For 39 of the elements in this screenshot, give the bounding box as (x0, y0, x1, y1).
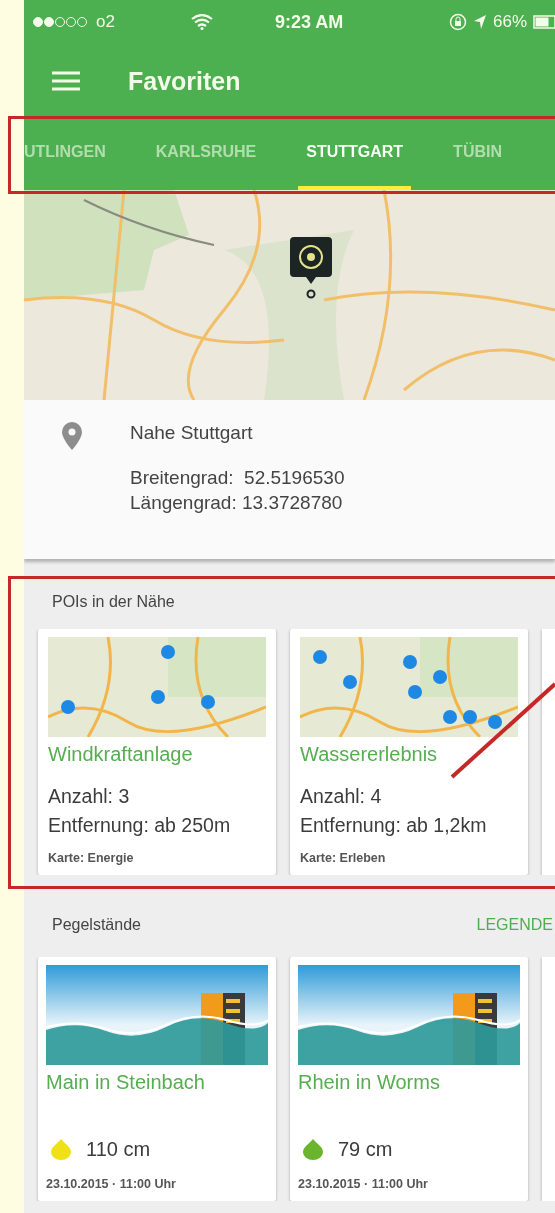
longitude-text: Längengrad: 13.3728780 (130, 490, 344, 515)
section-heading: Pegelstände (52, 915, 141, 934)
measurement-time: 23.10.2015 · 11:00 Uhr (46, 1176, 177, 1191)
poi-title: Windkraftanlage (48, 743, 194, 767)
poi-count: Anzahl: 3 (48, 784, 131, 810)
map-category: Karte: Erleben (300, 850, 387, 865)
poi-distance: Entfernung: ab 1,2km (300, 812, 488, 838)
gauge-title: Main in Steinbach (46, 1070, 206, 1094)
measurement-time: 23.10.2015 · 11:00 Uhr (298, 1176, 429, 1191)
gauge-card[interactable]: Rhein in Worms 79 cm 23.10.2015 · 11:00 Uhr (290, 956, 528, 1201)
app-title: Favoriten (128, 66, 241, 96)
location-pin-icon (62, 422, 82, 450)
battery-icon (533, 15, 555, 29)
poi-title: Wassererlebnis (300, 743, 439, 767)
clock-time: 9:23 AM (274, 11, 344, 33)
city-tab[interactable]: TÜBIN (445, 118, 510, 190)
wifi-icon (190, 14, 213, 30)
battery-percentage: 66% (492, 12, 527, 32)
city-tab[interactable]: UTLINGEN (24, 118, 114, 190)
water-level-reading: 79 cm (338, 1137, 393, 1161)
gauge-title: Rhein in Worms (298, 1070, 441, 1094)
signal-icon (32, 16, 90, 28)
menu-icon[interactable] (52, 71, 80, 91)
poi-count: Anzahl: 4 (300, 784, 383, 810)
map-category: Karte: Energie (48, 850, 135, 865)
rotation-lock-icon (448, 13, 467, 31)
poi-distance: Entfernung: ab 250m (48, 812, 232, 838)
poi-card[interactable]: Windkraftanlage Anzahl: 3 Entfernung: ab 250m Karte: Energie (38, 629, 276, 875)
gauge-card[interactable]: Main in Steinbach 110 cm 23.10.2015 · 11:00 Uhr (38, 956, 276, 1201)
legend-button[interactable]: LEGENDE (476, 915, 553, 934)
water-level-reading: 110 cm (86, 1137, 151, 1161)
location-marker-icon (290, 237, 334, 299)
section-heading: POIs in der Nähe (52, 593, 175, 612)
location-arrow-icon (472, 14, 487, 30)
poi-card[interactable]: Wassererlebnis Anzahl: 4 Entfernung: ab 1,2km Karte: Erleben (290, 629, 528, 875)
carrier-name: o2 (96, 12, 115, 32)
city-tab[interactable]: KARLSRUHE (147, 118, 265, 190)
latitude-text: Breitengrad: 52.5196530 (130, 466, 346, 490)
location-name: Nahe Stuttgart (130, 422, 254, 444)
